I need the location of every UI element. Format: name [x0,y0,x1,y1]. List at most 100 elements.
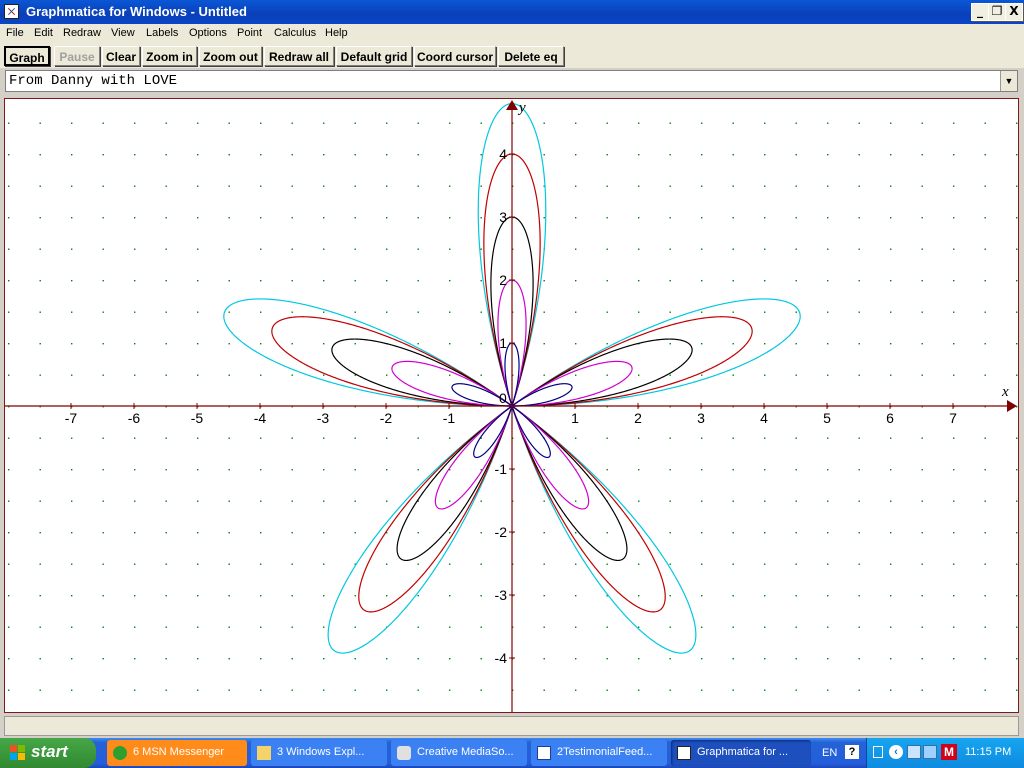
menu-point[interactable]: Point [237,27,262,39]
y-tick-label: -1 [495,461,508,477]
grid-dot [102,122,104,124]
task-msn-messenger[interactable]: 6 MSN Messenger [107,740,247,766]
graph-area[interactable]: -7 -6 -5 -4 -3 -2 -1 1 2 3 4 5 6 7 4 3 2 1 -1 -2 -3 -4 x y 0 [4,98,1019,713]
grid-dot [449,185,451,187]
clear-button[interactable]: Clear [102,46,140,66]
zoom-out-button[interactable]: Zoom out [199,46,262,66]
menu-file[interactable]: File [6,27,24,39]
grid-dot [827,185,829,187]
grid-dot [165,122,167,124]
grid-dot [449,595,451,597]
language-indicator[interactable]: EN [822,747,837,759]
menu-help[interactable]: Help [325,27,348,39]
grid-dot [669,217,671,219]
grid-dot [890,343,892,345]
x-tick-label: 1 [571,410,579,426]
grid-dot [795,343,797,345]
task-windows-explorer[interactable]: 3 Windows Expl... [251,740,387,766]
grid-dot [764,280,766,282]
menu-options[interactable]: Options [189,27,227,39]
grid-dot [795,500,797,502]
grid-dot [417,595,419,597]
grid-dot [449,343,451,345]
grid-dot [449,154,451,156]
grid-dot [827,595,829,597]
grid-dot [732,311,734,313]
grid-dot [291,154,293,156]
grid-dot [732,154,734,156]
network-icon[interactable] [907,745,921,759]
redraw-all-button[interactable]: Redraw all [264,46,334,66]
grid-dot [984,532,986,534]
grid-dot [8,595,10,597]
task-graphmatica[interactable]: Graphmatica for ... [671,740,811,766]
grid-dot [197,658,199,660]
coord-cursor-button[interactable]: Coord cursor [414,46,496,66]
menu-calculus[interactable]: Calculus [274,27,316,39]
grid-dot [858,311,860,313]
grid-dot [291,469,293,471]
task-word-document[interactable]: 2TestimonialFeed... [531,740,667,766]
grid-dot [953,311,955,313]
equation-input[interactable]: From Danny with LOVE ▼ [5,70,1018,92]
grid-dot [701,311,703,313]
graph-button[interactable]: Graph [4,46,50,66]
grid-dot [165,217,167,219]
close-button[interactable]: X [1005,3,1023,21]
grid-dot [1016,248,1018,250]
help-icon[interactable]: ? [845,745,859,759]
menu-labels[interactable]: Labels [146,27,178,39]
grid-dot [417,626,419,628]
grid-dot [354,280,356,282]
grid-dot [890,563,892,565]
grid-dot [354,626,356,628]
grid-dot [71,248,73,250]
grid-dot [701,185,703,187]
minimize-button[interactable]: _ [971,3,989,21]
grid-dot [701,689,703,691]
grid-dot [197,689,199,691]
grid-dot [197,469,199,471]
grid-dot [921,185,923,187]
pause-button[interactable]: Pause [54,46,100,66]
grid-dot [701,469,703,471]
grid-dot [165,437,167,439]
grid-dot [827,280,829,282]
grid-dot [953,626,955,628]
grid-dot [764,469,766,471]
menu-edit[interactable]: Edit [34,27,53,39]
start-button[interactable]: start [0,738,96,768]
grid-dot [984,248,986,250]
menu-view[interactable]: View [111,27,135,39]
grid-dot [795,185,797,187]
grid-dot [417,437,419,439]
task-creative-mediasource[interactable]: Creative MediaSo... [391,740,527,766]
menu-redraw[interactable]: Redraw [63,27,101,39]
grid-dot [953,185,955,187]
x-tick-label: 3 [697,410,705,426]
grid-dot [732,595,734,597]
speaker-icon[interactable] [873,746,883,758]
chevron-left-icon[interactable]: ‹ [889,745,903,759]
chevron-down-icon[interactable]: ▼ [1000,71,1017,91]
restore-button[interactable]: ❐ [988,3,1006,21]
y-tick-label: -2 [495,524,508,540]
grid-dot [197,532,199,534]
grid-dot [953,500,955,502]
delete-eq-button[interactable]: Delete eq [498,46,564,66]
default-grid-button[interactable]: Default grid [336,46,412,66]
grid-dot [39,532,41,534]
grid-dot [638,374,640,376]
gmail-icon[interactable]: M [941,744,957,760]
network-icon-2[interactable] [923,745,937,759]
grid-dot [953,248,955,250]
grid-dot [921,217,923,219]
grid-dot [764,595,766,597]
graph-canvas[interactable]: -7 -6 -5 -4 -3 -2 -1 1 2 3 4 5 6 7 4 3 2 1 -1 -2 -3 -4 x y 0 [5,99,1018,712]
x-tick-label: 6 [886,410,894,426]
grid-dot [134,689,136,691]
grid-dot [1016,217,1018,219]
zoom-in-button[interactable]: Zoom in [142,46,197,66]
media-icon [397,746,411,760]
grid-dot [701,658,703,660]
